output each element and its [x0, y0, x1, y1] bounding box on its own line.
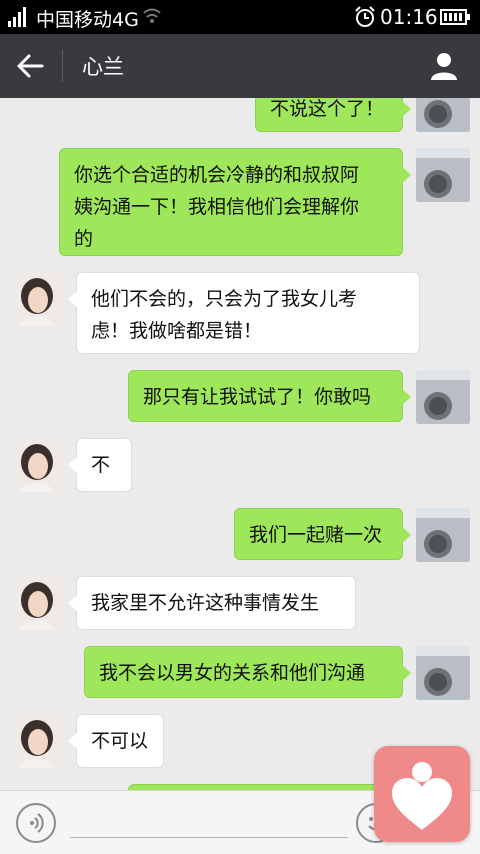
- washing-machine-photo: [416, 148, 470, 202]
- contact-name: 心兰: [82, 55, 124, 79]
- avatar[interactable]: [416, 646, 470, 700]
- washing-machine-photo: [416, 370, 470, 424]
- status-bar: 中国移动4G 01:16: [0, 0, 480, 34]
- message-bubble-received[interactable]: 不可以: [68, 714, 164, 768]
- message-text: 我不会以男女的关系和他们沟通: [99, 662, 366, 684]
- message-line: 他们不会的，只会为了我女儿考: [91, 288, 358, 310]
- voice-button[interactable]: [16, 803, 56, 843]
- message-line: 的: [74, 228, 94, 250]
- message-text: 我们一起赌一次: [249, 524, 383, 546]
- message-text: 不: [91, 454, 111, 476]
- message-line: 姨沟通一下！我相信他们会理解你: [74, 196, 360, 218]
- avatar[interactable]: [10, 272, 64, 326]
- person-icon[interactable]: [428, 50, 460, 82]
- avatar[interactable]: [416, 148, 470, 202]
- message-bubble-sent[interactable]: 那只有让我试试了！你敢吗: [128, 370, 411, 422]
- woman-portrait-photo: [10, 714, 64, 768]
- message-bubble-sent[interactable]: 我不会以男女的关系和他们沟通: [84, 646, 411, 698]
- battery-icon: [440, 9, 470, 25]
- heart-person-icon: [392, 762, 452, 830]
- message-line: 虑！我做啥都是错！: [91, 320, 263, 342]
- voice-icon: [30, 813, 44, 833]
- clock: 01:16: [380, 5, 438, 29]
- message-input[interactable]: [70, 837, 348, 838]
- woman-portrait-photo: [10, 272, 64, 326]
- signal-icon: [8, 7, 26, 27]
- message-line: 你选个合适的机会冷静的和叔叔阿: [74, 164, 360, 186]
- avatar[interactable]: [416, 370, 470, 424]
- avatar[interactable]: [416, 508, 470, 562]
- message-list: 不说这个了！ 你选个合适的机会冷静的和叔叔阿 姨沟通一下！我相信他们会理解你 的: [0, 98, 480, 790]
- washing-machine-photo: [416, 98, 470, 132]
- message-bubble-received[interactable]: 不: [68, 438, 132, 492]
- message-text: 我家里不允许这种事情发生: [91, 592, 320, 614]
- carrier-label: 中国移动4G: [36, 9, 139, 31]
- floating-app-button[interactable]: [374, 746, 470, 842]
- alarm-icon: [355, 6, 375, 27]
- back-arrow-icon[interactable]: [16, 52, 46, 80]
- message-text: 不可以: [91, 730, 149, 752]
- message-text: 不说这个了！: [270, 98, 385, 120]
- avatar[interactable]: [416, 98, 470, 132]
- hotspot-icon: [143, 8, 161, 23]
- washing-machine-photo: [416, 508, 470, 562]
- message-bubble-sent[interactable]: 不说这个了！: [255, 98, 411, 132]
- header-divider: [62, 50, 63, 82]
- avatar[interactable]: [10, 576, 64, 630]
- message-bubble-sent[interactable]: 我们一起赌一次: [234, 508, 411, 560]
- woman-portrait-photo: [10, 438, 64, 492]
- avatar[interactable]: [10, 714, 64, 768]
- message-bubble-sent[interactable]: 你选个合适的机会冷静的和叔叔阿 姨沟通一下！我相信他们会理解你 的: [59, 148, 411, 256]
- message-bubble-received[interactable]: 我家里不允许这种事情发生: [68, 576, 356, 630]
- avatar[interactable]: [10, 438, 64, 492]
- woman-portrait-photo: [10, 576, 64, 630]
- message-text: 那只有让我试试了！你敢吗: [143, 386, 372, 408]
- message-bubble-received[interactable]: 他们不会的，只会为了我女儿考 虑！我做啥都是错！: [68, 272, 420, 354]
- washing-machine-photo: [416, 646, 470, 700]
- chat-header: 心兰: [0, 34, 480, 98]
